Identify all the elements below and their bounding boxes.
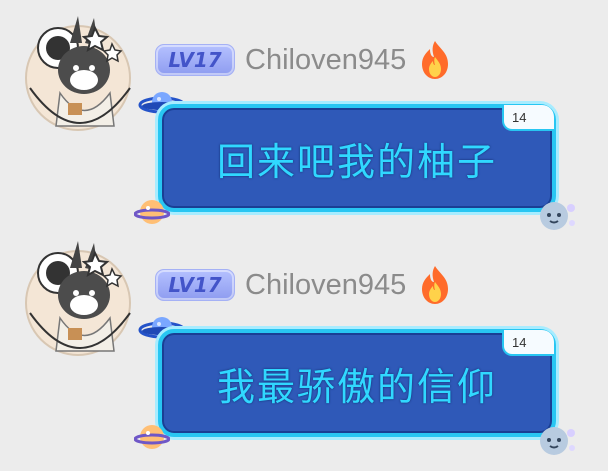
planet-icon (134, 200, 170, 224)
flame-icon (422, 41, 449, 79)
bubble-badge: 14 (502, 105, 554, 131)
message-header: LV17 Chiloven945 (155, 40, 452, 80)
moon-icon (540, 427, 575, 455)
avatar[interactable] (20, 8, 138, 138)
level-badge: LV17 (155, 269, 235, 301)
level-badge: LV17 (155, 44, 235, 76)
avatar[interactable] (20, 233, 138, 363)
message-bubble[interactable]: 回来吧我的柚子 14 (134, 92, 578, 234)
username[interactable]: Chiloven945 (245, 269, 406, 302)
planet-icon (134, 425, 170, 449)
chat-message: LV17 Chiloven945 回来吧我的柚子 14 (0, 0, 608, 235)
bubble-body: 我最骄傲的信仰 14 (158, 329, 556, 437)
avatar-image (25, 16, 131, 131)
message-text: 回来吧我的柚子 (216, 139, 497, 184)
bubble-badge: 14 (502, 330, 554, 356)
username[interactable]: Chiloven945 (245, 44, 406, 77)
flame-icon (422, 266, 449, 304)
message-header: LV17 Chiloven945 (155, 265, 452, 305)
bubble-body: 回来吧我的柚子 14 (158, 104, 556, 212)
avatar-image (25, 241, 131, 356)
message-text: 我最骄傲的信仰 (216, 364, 497, 409)
chat-message: LV17 Chiloven945 我最骄傲的信仰 14 (0, 225, 608, 460)
message-bubble[interactable]: 我最骄傲的信仰 14 (134, 317, 578, 459)
